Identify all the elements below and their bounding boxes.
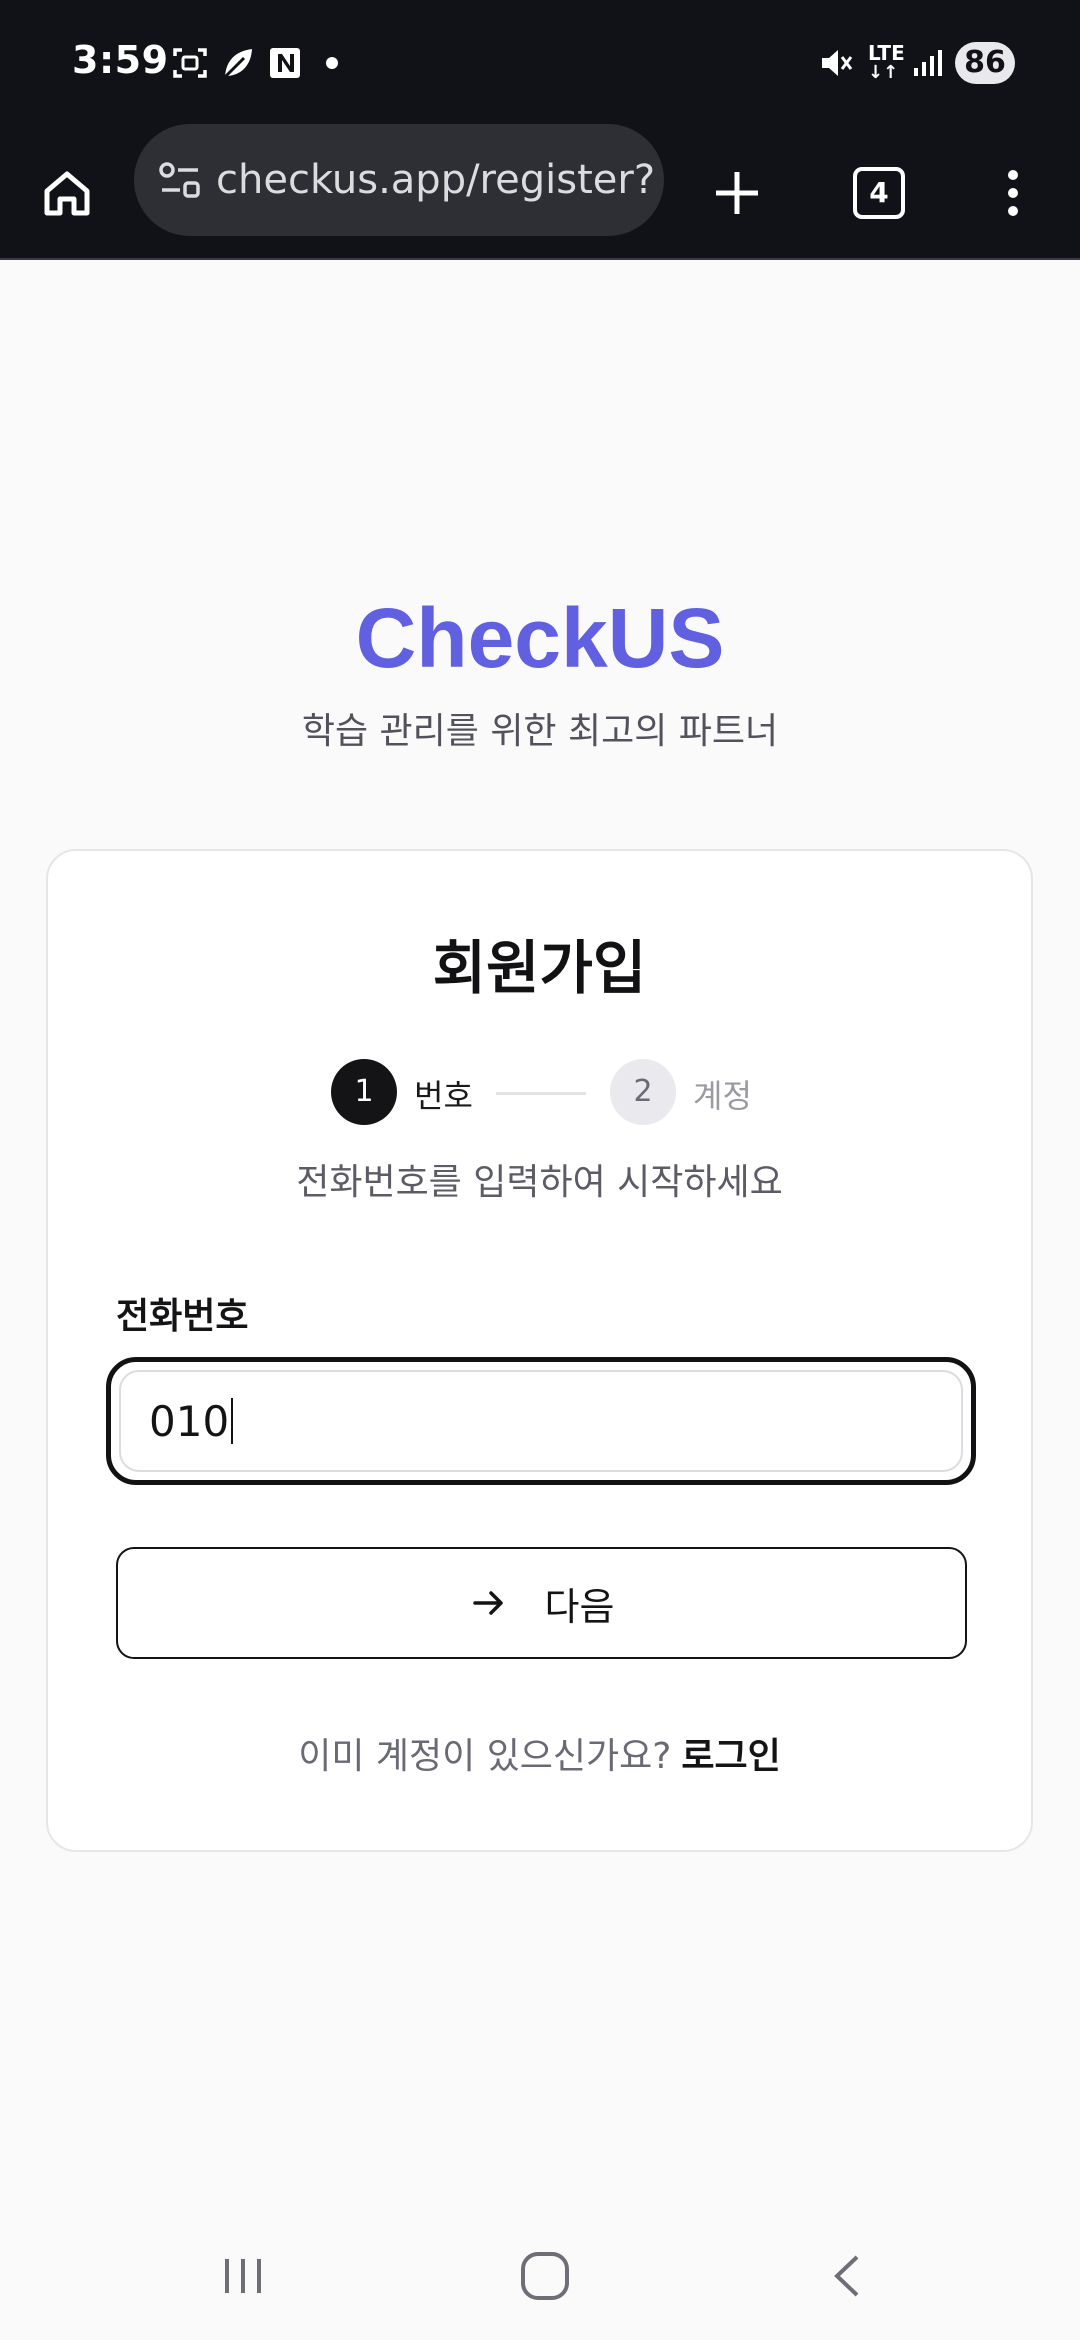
url-text[interactable]: checkus.app/register? bbox=[216, 157, 655, 203]
phone-input[interactable]: 010 bbox=[106, 1357, 976, 1485]
status-time: 3:59 bbox=[72, 38, 169, 82]
new-tab-button[interactable] bbox=[692, 148, 782, 238]
battery-icon: 86 bbox=[955, 42, 1015, 84]
menu-button[interactable] bbox=[968, 148, 1058, 238]
screenshot-icon bbox=[173, 48, 207, 78]
next-button-label: 다음 bbox=[544, 1584, 615, 1629]
step-connector bbox=[496, 1092, 586, 1095]
back-icon bbox=[834, 2255, 859, 2297]
tabs-button[interactable]: 4 bbox=[834, 148, 924, 238]
new-tab-icon bbox=[716, 172, 758, 214]
text-caret bbox=[231, 1398, 234, 1444]
login-question: 이미 계정이 있으신가요? bbox=[298, 1736, 672, 1777]
status-bar: 3:59 LTE ↓↑ 86 bbox=[0, 0, 1080, 124]
home-nav-button[interactable] bbox=[505, 2236, 585, 2316]
recent-apps-button[interactable] bbox=[203, 2236, 283, 2316]
home-icon bbox=[44, 171, 90, 216]
arrow-right-icon bbox=[472, 1591, 503, 1615]
tabs-icon: 4 bbox=[853, 167, 905, 219]
home-nav-icon bbox=[521, 2252, 569, 2300]
login-prompt: 이미 계정이 있으신가요? 로그인 bbox=[48, 1727, 1031, 1779]
brand-tagline: 학습 관리를 위한 최고의 파트너 bbox=[301, 711, 779, 752]
register-card: 회원가입 1 번호 2 계정 전화번호를 입력하여 시작하세요 전화번호 010… bbox=[46, 849, 1033, 1852]
back-button[interactable] bbox=[808, 2236, 888, 2316]
phone-field-label: 전화번호 bbox=[116, 1296, 249, 1337]
brand-logo-text: CheckUS bbox=[355, 591, 725, 685]
browser-toolbar: checkus.app/register? 4 bbox=[0, 124, 1080, 260]
next-button[interactable]: 다음 bbox=[116, 1547, 967, 1659]
leaf-icon bbox=[223, 49, 252, 79]
instruction-text: 전화번호를 입력하여 시작하세요 bbox=[296, 1162, 783, 1203]
step-1-indicator: 1 bbox=[331, 1059, 397, 1125]
phone-input-inner[interactable]: 010 bbox=[119, 1370, 963, 1472]
menu-icon bbox=[1008, 170, 1018, 216]
mute-icon bbox=[822, 50, 853, 76]
login-link[interactable]: 로그인 bbox=[681, 1736, 780, 1777]
step-2-label: 계정 bbox=[693, 1077, 752, 1115]
step-2-indicator: 2 bbox=[610, 1059, 676, 1125]
dot-icon bbox=[326, 57, 338, 69]
home-button[interactable] bbox=[22, 148, 112, 238]
n-app-icon bbox=[270, 48, 300, 78]
phone-input-value[interactable]: 010 bbox=[149, 1397, 229, 1446]
recent-apps-icon bbox=[225, 2259, 261, 2293]
lte-icon: LTE ↓↑ bbox=[868, 41, 905, 83]
signal-icon bbox=[914, 50, 942, 76]
site-settings-icon[interactable] bbox=[158, 160, 202, 200]
url-bar[interactable]: checkus.app/register? bbox=[134, 124, 664, 236]
page-title: 회원가입 bbox=[432, 934, 647, 1002]
step-1-label: 번호 bbox=[414, 1077, 473, 1115]
system-nav-bar bbox=[0, 2206, 1080, 2340]
